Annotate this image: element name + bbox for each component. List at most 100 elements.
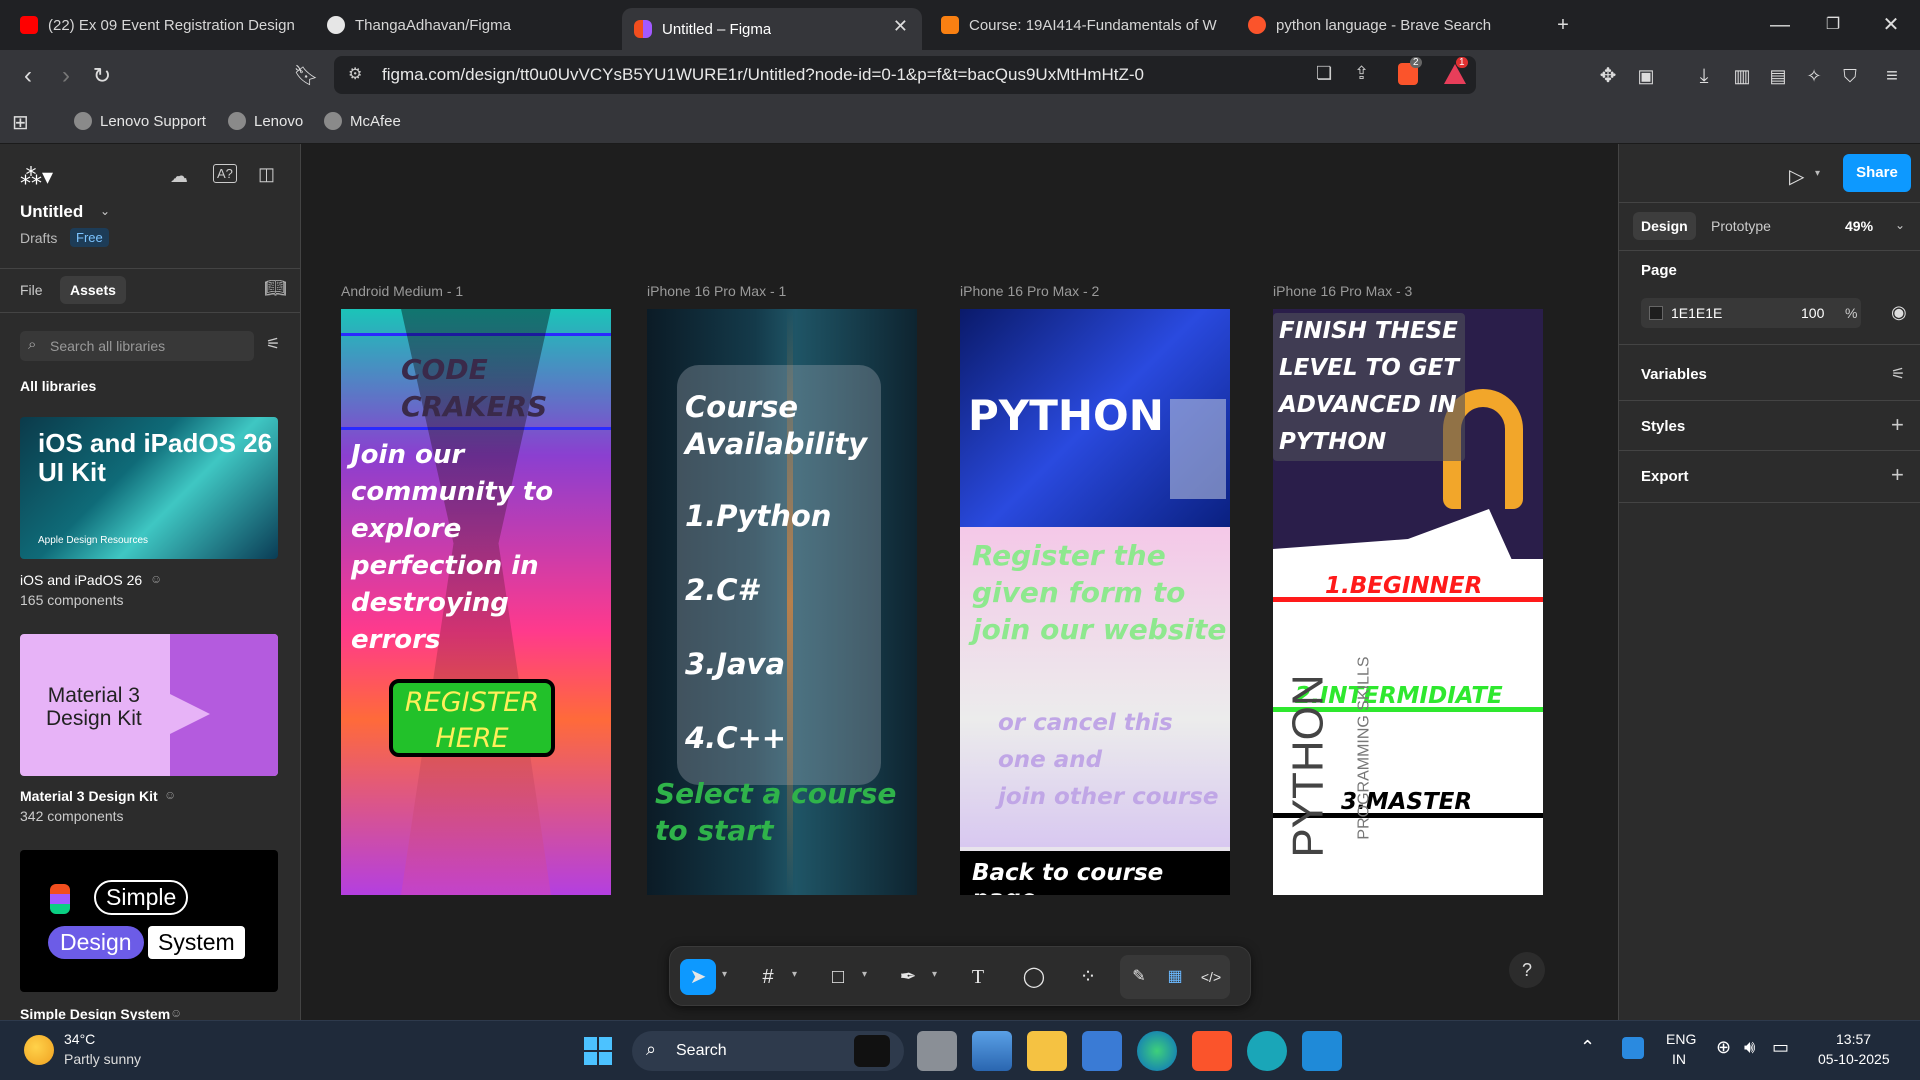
bookmark-mcafee[interactable]: McAfee (324, 112, 401, 130)
task-view-icon[interactable] (917, 1031, 957, 1071)
chevron-down-icon[interactable]: ▾ (722, 969, 727, 980)
weather-temp[interactable]: 34°C (64, 1031, 95, 1047)
frame-label[interactable]: Android Medium - 1 (341, 283, 463, 299)
frame-label[interactable]: iPhone 16 Pro Max - 3 (1273, 283, 1412, 299)
windows-start-icon[interactable] (584, 1037, 612, 1065)
present-play-icon[interactable]: ▷ (1789, 164, 1804, 189)
site-info-icon[interactable]: ⚙ (348, 64, 362, 84)
brave-taskbar-icon[interactable] (1192, 1031, 1232, 1071)
vpn-icon[interactable]: ⛉ (1836, 62, 1864, 90)
page-color-field[interactable]: 1E1E1E 100 % (1641, 298, 1861, 328)
tab-prototype[interactable]: Prototype (1711, 218, 1771, 234)
text-tool-icon[interactable]: T (960, 959, 996, 995)
help-button[interactable]: ? (1509, 952, 1545, 988)
wallet-icon[interactable]: ▤ (1764, 62, 1792, 90)
page-color-hex[interactable]: 1E1E1E (1671, 305, 1722, 321)
tab-brave-search[interactable]: python language - Brave Search (1236, 8, 1506, 42)
tab-design[interactable]: Design (1633, 212, 1696, 240)
move-tool-icon[interactable]: ➤ (680, 959, 716, 995)
frame-tool-icon[interactable]: # (750, 959, 786, 995)
close-window-icon[interactable]: ✕ (1876, 10, 1906, 40)
variables-section[interactable]: Variables (1641, 366, 1707, 383)
edge-icon[interactable] (1137, 1031, 1177, 1071)
add-export-icon[interactable]: + (1891, 462, 1904, 488)
back-icon[interactable]: ‹ (14, 62, 42, 90)
chevron-down-icon[interactable]: ▾ (1815, 168, 1820, 179)
taskbar-search[interactable]: ⌕ Search (632, 1031, 904, 1071)
download-icon[interactable]: ⤓ (1690, 62, 1718, 90)
plan-badge[interactable]: Free (70, 228, 109, 247)
color-swatch[interactable] (1649, 306, 1663, 320)
figma-menu-icon[interactable]: ⁂▾ (20, 164, 53, 190)
tab-course[interactable]: Course: 19AI414-Fundamentals of W (929, 8, 1229, 42)
page-opacity-value[interactable]: 100 (1801, 305, 1824, 321)
comment-tool-icon[interactable]: ◯ (1016, 959, 1052, 995)
vscode-icon[interactable] (1302, 1031, 1342, 1071)
minimize-icon[interactable]: — (1765, 10, 1795, 40)
share-icon[interactable]: ⇪ (1354, 63, 1369, 84)
add-style-icon[interactable]: + (1891, 412, 1904, 438)
lang-primary[interactable]: ENG (1666, 1031, 1696, 1047)
reload-icon[interactable]: ↻ (88, 62, 116, 90)
eye-visibility-icon[interactable]: ◉ (1891, 302, 1907, 323)
security-icon[interactable] (1622, 1037, 1644, 1059)
chevron-down-icon[interactable]: ▾ (932, 969, 937, 980)
file-title[interactable]: Untitled (20, 202, 83, 222)
chevron-down-icon[interactable]: ▾ (792, 969, 797, 980)
library-thumbnail-material[interactable]: Material 3 Design Kit (20, 634, 278, 776)
bookmark-lenovo-support[interactable]: Lenovo Support (74, 112, 206, 130)
frame-label[interactable]: iPhone 16 Pro Max - 2 (960, 283, 1099, 299)
cloud-icon[interactable]: ☁ (170, 166, 188, 187)
library-search-input[interactable]: ⌕ Search all libraries (20, 331, 254, 361)
pen-tool-icon[interactable]: ✒ (890, 959, 926, 995)
tab-youtube[interactable]: (22) Ex 09 Event Registration Design (8, 8, 308, 42)
maximize-icon[interactable]: ❐ (1818, 10, 1848, 40)
volume-icon[interactable]: 🔊︎ (1744, 1037, 1755, 1058)
library-thumbnail-ios[interactable]: iOS and iPadOS 26 UI Kit Apple Design Re… (20, 417, 278, 559)
frame-iphone-3[interactable]: FINISH THESE LEVEL TO GET ADVANCED IN PY… (1273, 309, 1543, 895)
library-name[interactable]: Material 3 Design Kit (20, 788, 158, 804)
new-tab-icon[interactable]: + (1548, 10, 1578, 40)
draw-mode-icon[interactable]: ✎ (1122, 959, 1156, 995)
frame-label[interactable]: iPhone 16 Pro Max - 1 (647, 283, 786, 299)
library-name[interactable]: iOS and iPadOS 26 (20, 572, 142, 588)
actions-tool-icon[interactable]: ⁘ (1070, 959, 1106, 995)
back-to-course-button[interactable]: Back to course page (960, 851, 1230, 895)
address-bar[interactable]: ⚙ figma.com/design/tt0u0UvVCYsB5YU1WURE1… (334, 56, 1476, 94)
weather-desc[interactable]: Partly sunny (64, 1051, 141, 1067)
leo-ai-icon[interactable]: ✧ (1800, 62, 1828, 90)
library-name[interactable]: Simple Design System (20, 1006, 170, 1020)
tab-assets[interactable]: Assets (60, 276, 126, 304)
frame-iphone-2[interactable]: PYTHON Register the given form to join o… (960, 309, 1230, 895)
photos-icon[interactable] (972, 1031, 1012, 1071)
battery-icon[interactable]: ▭ (1772, 1037, 1789, 1058)
extensions-icon[interactable]: ✥ (1594, 62, 1622, 90)
clock-time[interactable]: 13:57 (1836, 1031, 1871, 1047)
clipboard-icon[interactable]: ❏ (1316, 63, 1332, 84)
chevron-down-icon[interactable]: ⌄ (100, 204, 110, 218)
bookmark-lenovo[interactable]: Lenovo (228, 112, 303, 130)
file-explorer-icon[interactable] (1027, 1031, 1067, 1071)
apps-grid-icon[interactable]: ⊞ (12, 110, 29, 135)
register-here-button[interactable]: REGISTER HERE (389, 679, 555, 757)
tab-figma[interactable]: Untitled – Figma ✕ (622, 8, 922, 50)
tab-github[interactable]: ThangaAdhavan/Figma (315, 8, 615, 42)
app-icon[interactable] (1247, 1031, 1287, 1071)
zoom-level[interactable]: 49% (1845, 218, 1873, 234)
library-book-icon[interactable]: 📖︎ (264, 278, 287, 299)
lang-secondary[interactable]: IN (1672, 1051, 1686, 1067)
url-text[interactable]: figma.com/design/tt0u0UvVCYsB5YU1WURE1r/… (382, 65, 1144, 85)
panel-toggle-icon[interactable]: ◫ (258, 164, 275, 185)
drafts-location[interactable]: Drafts (20, 230, 57, 246)
library-thumbnail-simple[interactable]: Simple Design System (20, 850, 278, 992)
styles-section[interactable]: Styles (1641, 418, 1685, 435)
filter-icon[interactable]: ⚟ (266, 334, 280, 354)
variables-settings-icon[interactable]: ⚟ (1891, 364, 1905, 384)
chevron-down-icon[interactable]: ⌄ (1895, 218, 1905, 232)
chevron-down-icon[interactable]: ▾ (862, 969, 867, 980)
forward-icon[interactable]: › (52, 62, 80, 90)
frame-android-medium-1[interactable]: CODE CRAKERS Join our community to explo… (341, 309, 611, 895)
menu-icon[interactable]: ≡ (1878, 62, 1906, 90)
bookmark-icon[interactable]: 🔖︎ (292, 62, 320, 90)
font-icon[interactable]: A? (213, 164, 237, 183)
